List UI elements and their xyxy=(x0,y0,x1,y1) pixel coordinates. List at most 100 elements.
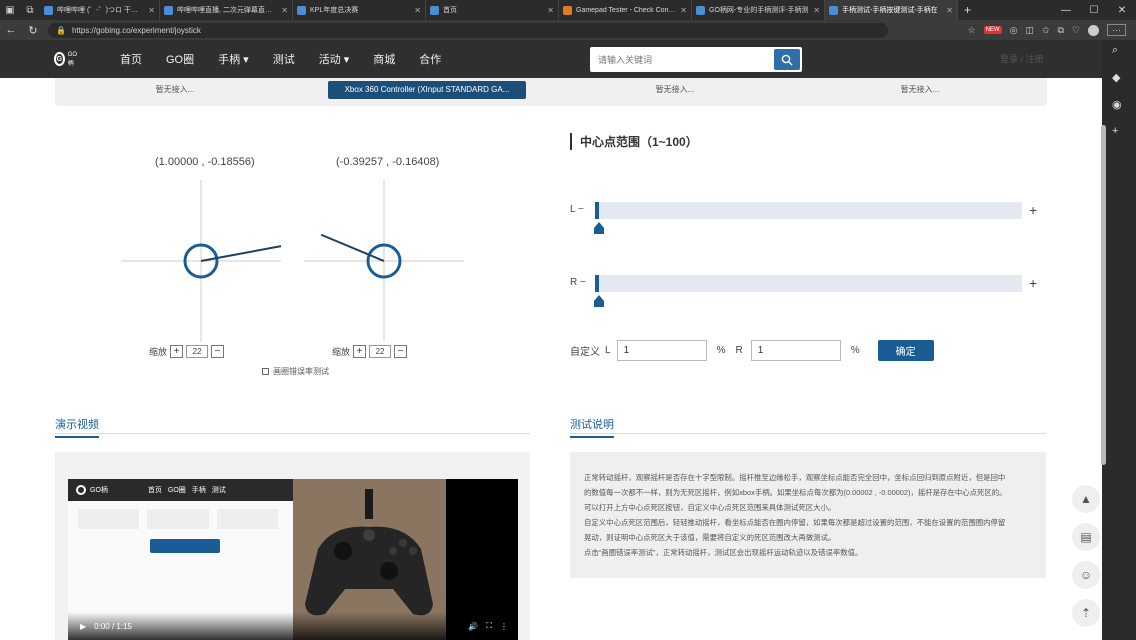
tab-favicon-icon xyxy=(563,5,572,15)
browser-tab[interactable]: 哔哩哔哩直播, 二次元弹幕直播平 ✕ xyxy=(160,0,293,20)
left-slider-label[interactable]: L − xyxy=(570,204,584,215)
zoom-value[interactable]: 22 xyxy=(186,345,209,358)
top-icon[interactable]: ⇡ xyxy=(1072,599,1100,627)
close-icon[interactable]: ✕ xyxy=(281,6,288,15)
close-window-icon[interactable]: ✕ xyxy=(1108,0,1136,20)
close-icon[interactable]: ✕ xyxy=(680,6,687,15)
sidebar-add-icon[interactable]: + xyxy=(1112,125,1122,137)
profile-avatar[interactable] xyxy=(1088,24,1099,36)
maximize-icon[interactable]: ☐ xyxy=(1080,0,1108,20)
nav-cooperation[interactable]: 合作 xyxy=(419,51,441,67)
login-link[interactable]: 登录 / 注册 xyxy=(1000,52,1044,65)
desc-line: 自定义中心点死区范围后，轻轻推动摇杆，看坐标点能否在圈内停留，如果每次都是超过设… xyxy=(584,518,1006,527)
browser-tab[interactable]: Gamepad Tester - Check Control ✕ xyxy=(559,0,692,20)
left-zoom-control: 缩放 + 22 − xyxy=(149,345,225,358)
slider-track[interactable] xyxy=(595,275,1022,292)
clipboard-icon[interactable]: ▤ xyxy=(1072,523,1100,551)
search-input[interactable] xyxy=(590,47,774,72)
browser-tab-active[interactable]: 手柄测试-手柄按键测试-手柄在 ✕ xyxy=(825,0,958,20)
fullscreen-icon[interactable]: ⛶ xyxy=(486,621,492,631)
nav-shop[interactable]: 商城 xyxy=(373,51,395,67)
circle-error-test[interactable]: 画圈错误率测试 xyxy=(262,366,329,377)
browser-tab[interactable]: KPL年度总决赛 ✕ xyxy=(293,0,426,20)
deadzone-title: 中心点范围（1~100） xyxy=(570,133,698,150)
video-card xyxy=(78,509,140,529)
play-icon[interactable]: ▶ xyxy=(80,622,86,631)
zoom-out-button[interactable]: − xyxy=(394,345,408,358)
favorite-star-icon[interactable]: ☆ xyxy=(967,25,975,36)
desc-line: 的数值每一次都不一样，则为无死区摇杆，例如xbox手柄。如果坐标点每次都为(0.… xyxy=(584,488,1007,497)
url-field[interactable]: 🔒 https://gobing.co/experiment/joystick xyxy=(48,22,888,38)
more-menu-icon[interactable]: ··· xyxy=(1107,24,1126,36)
right-stick-plot xyxy=(304,180,464,342)
minimize-icon[interactable]: — xyxy=(1052,0,1080,20)
nav-controllers[interactable]: 手柄 ▾ xyxy=(218,51,249,67)
rocket-icon[interactable]: ▲ xyxy=(1072,485,1100,513)
browser-tab[interactable]: 哔哩哔哩 (゜-゜)つロ 干杯~-bili ✕ xyxy=(40,0,160,20)
desc-line: 可以打开上方中心点死区按钮，自定义中心点死区范围来具体测试死区大小。 xyxy=(584,503,836,512)
new-badge[interactable]: NEW xyxy=(983,26,1002,34)
sidebar-edge-icon[interactable]: ◉ xyxy=(1112,98,1122,111)
confirm-button[interactable]: 确定 xyxy=(877,339,934,361)
sidebar-search-icon[interactable]: ⌕ xyxy=(1112,44,1122,57)
slider-thumb[interactable] xyxy=(594,222,604,234)
custom-right-input[interactable] xyxy=(750,339,841,361)
tab-favicon-icon xyxy=(829,5,838,15)
browser-tab[interactable]: GO柄网-专业的手柄测评-手柄测 ✕ xyxy=(692,0,825,20)
right-zoom-control: 缩放 + 22 − xyxy=(332,345,408,358)
video-time: 0:00 / 1:15 xyxy=(94,621,132,631)
browser-tab[interactable]: 首页 ✕ xyxy=(426,0,559,20)
close-icon[interactable]: ✕ xyxy=(946,6,953,15)
zoom-value[interactable]: 22 xyxy=(369,345,392,358)
sidebar-tools-icon[interactable]: ◆ xyxy=(1112,71,1122,84)
floating-toolbar: ▲ ▤ ☺ ⇡ xyxy=(1072,485,1100,627)
volume-icon[interactable]: 🔊 xyxy=(468,622,478,631)
page-scrollbar[interactable] xyxy=(1101,125,1106,465)
controller-slot[interactable]: 暂无接入... xyxy=(75,81,275,99)
tab-actions-icon[interactable]: ⧉ xyxy=(20,0,40,20)
custom-label: 自定义 xyxy=(570,346,600,358)
close-icon[interactable]: ✕ xyxy=(547,6,554,15)
zoom-out-button[interactable]: − xyxy=(211,345,225,358)
favorites-icon[interactable]: ✩ xyxy=(1042,25,1050,36)
controller-slot[interactable]: 暂无接入... xyxy=(575,81,775,99)
collections-icon[interactable]: ⧉ xyxy=(1057,25,1063,36)
close-icon[interactable]: ✕ xyxy=(414,6,421,15)
joystick-visualizer xyxy=(121,180,464,342)
more-options-icon[interactable]: ⋮ xyxy=(500,622,508,631)
back-icon[interactable]: ← xyxy=(0,20,22,40)
browser-sidebar-icons: ⌕ ◆ ◉ + xyxy=(1112,44,1122,137)
tab-favicon-icon xyxy=(44,5,53,15)
right-slider-plus[interactable]: + xyxy=(1029,275,1037,291)
extension-icon[interactable]: ◎ xyxy=(1010,25,1018,36)
close-icon[interactable]: ✕ xyxy=(148,6,155,15)
error-test-checkbox[interactable] xyxy=(262,368,269,375)
nav-go-circle[interactable]: GO圈 xyxy=(166,51,194,67)
main-nav: 首页 GO圈 手柄 ▾ 测试 活动 ▾ 商城 合作 xyxy=(120,40,465,78)
browser-essentials-icon[interactable]: ♡ xyxy=(1072,25,1080,36)
slider-track[interactable] xyxy=(595,202,1022,219)
refresh-icon[interactable]: ↻ xyxy=(22,20,44,40)
site-logo[interactable]: G GO柄 xyxy=(54,49,78,69)
split-screen-icon[interactable]: ◫ xyxy=(1025,25,1034,36)
workspaces-icon[interactable]: ▣ xyxy=(0,0,20,20)
left-slider-plus[interactable]: + xyxy=(1029,202,1037,218)
search-button[interactable] xyxy=(774,49,800,70)
new-tab-button[interactable]: + xyxy=(958,3,977,17)
slider-thumb[interactable] xyxy=(594,295,604,307)
demo-video[interactable]: GO柄 首页 GO圈 手柄 测试 ▶ 0:00 / 1:15 🔊 ⛶ ⋮ xyxy=(68,479,518,640)
chat-icon[interactable]: ☺ xyxy=(1072,561,1100,589)
controller-slot[interactable]: 暂无接入... xyxy=(820,81,1020,99)
nav-test[interactable]: 测试 xyxy=(273,51,295,67)
custom-left-input[interactable] xyxy=(616,339,707,361)
zoom-in-button[interactable]: + xyxy=(170,345,184,358)
video-section-title: 演示视频 xyxy=(55,416,99,438)
right-slider-label[interactable]: R − xyxy=(570,277,586,288)
close-icon[interactable]: ✕ xyxy=(813,6,820,15)
nav-events[interactable]: 活动 ▾ xyxy=(319,51,350,67)
controller-slots: 暂无接入... Xbox 360 Controller (XInput STAN… xyxy=(55,78,1047,106)
zoom-label: 缩放 xyxy=(149,347,168,357)
controller-slot-active[interactable]: Xbox 360 Controller (XInput STANDARD GA.… xyxy=(328,81,526,99)
nav-home[interactable]: 首页 xyxy=(120,51,142,67)
zoom-in-button[interactable]: + xyxy=(353,345,367,358)
